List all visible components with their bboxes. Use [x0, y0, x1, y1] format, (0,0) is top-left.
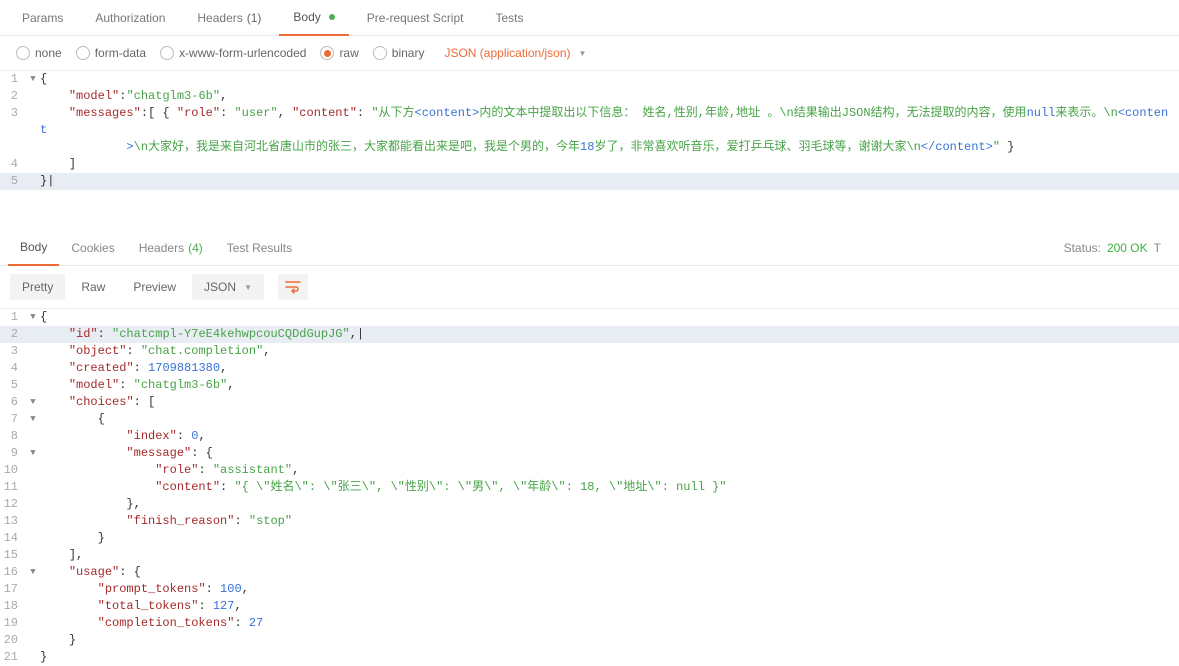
view-raw-button[interactable]: Raw [69, 274, 117, 300]
response-tabs: Body Cookies Headers (4) Test Results St… [0, 230, 1179, 266]
response-status: Status: 200 OK T [1064, 241, 1171, 255]
tab-headers-count: (1) [247, 11, 262, 25]
radio-raw[interactable]: raw [320, 46, 358, 60]
resp-tab-tests[interactable]: Test Results [215, 231, 304, 265]
radio-binary[interactable]: binary [373, 46, 425, 60]
syntax-dropdown[interactable]: JSON ▼ [192, 274, 264, 300]
chevron-down-icon: ▼ [244, 283, 252, 292]
request-tabs: Params Authorization Headers (1) Body Pr… [0, 0, 1179, 36]
response-view-bar: Pretty Raw Preview JSON ▼ [0, 266, 1179, 308]
body-type-selector: none form-data x-www-form-urlencoded raw… [0, 36, 1179, 70]
resp-tab-body[interactable]: Body [8, 230, 59, 266]
status-label: Status: [1064, 241, 1101, 255]
radio-none[interactable]: none [16, 46, 62, 60]
response-body-viewer[interactable]: 1▼{ 2 "id": "chatcmpl-Y7eE4kehwpcouCQDdG… [0, 308, 1179, 666]
resp-tab-headers[interactable]: Headers (4) [127, 231, 215, 265]
chevron-down-icon: ▼ [579, 49, 587, 58]
tab-headers-label: Headers [197, 11, 242, 25]
request-body-editor[interactable]: 1▼{ 2 "model":"chatglm3-6b", 3 "messages… [0, 70, 1179, 190]
tab-body-label: Body [293, 10, 320, 24]
tab-authorization[interactable]: Authorization [81, 1, 179, 35]
status-tail: T [1154, 241, 1161, 255]
resp-tab-cookies[interactable]: Cookies [59, 231, 126, 265]
content-type-dropdown[interactable]: JSON (application/json) ▼ [444, 46, 586, 60]
radio-xform[interactable]: x-www-form-urlencoded [160, 46, 306, 60]
status-value: 200 OK [1107, 241, 1148, 255]
body-modified-icon [329, 14, 335, 20]
tab-headers[interactable]: Headers (1) [183, 1, 275, 35]
resp-headers-count: (4) [188, 241, 203, 255]
view-pretty-button[interactable]: Pretty [10, 274, 65, 300]
tab-params[interactable]: Params [8, 1, 77, 35]
wrap-lines-button[interactable] [278, 274, 308, 300]
tab-tests[interactable]: Tests [481, 1, 537, 35]
tab-prereq[interactable]: Pre-request Script [353, 1, 478, 35]
view-preview-button[interactable]: Preview [121, 274, 188, 300]
radio-formdata[interactable]: form-data [76, 46, 146, 60]
tab-body[interactable]: Body [279, 0, 348, 36]
